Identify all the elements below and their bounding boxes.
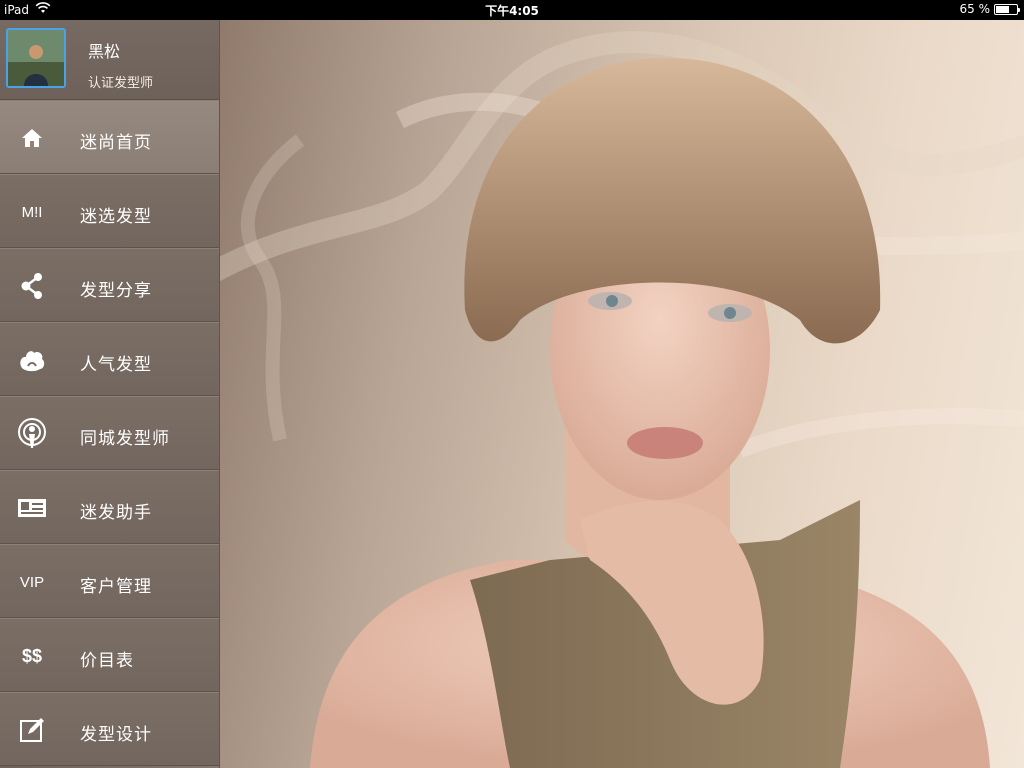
model-portrait-image [310, 57, 990, 768]
profile-header[interactable]: 黑松 认证发型师 [0, 20, 219, 100]
sidebar-item-label: 同城发型师 [80, 429, 170, 449]
sidebar-item-label: 迷选发型 [80, 207, 152, 227]
sidebar-item-share[interactable]: 发型分享 [0, 248, 219, 322]
sidebar-item-popular[interactable]: 人气发型 [0, 322, 219, 396]
sidebar-item-hairstyles[interactable]: M!I 迷选发型 [0, 174, 219, 248]
sidebar-item-local-stylists[interactable]: 同城发型师 [0, 396, 219, 470]
price-icon: $$ [14, 641, 50, 671]
sidebar-item-label: 迷发助手 [80, 503, 152, 523]
sidebar-item-label: 发型分享 [80, 281, 152, 301]
avatar[interactable] [6, 28, 66, 88]
sidebar-item-price-list[interactable]: $$ 价目表 [0, 618, 219, 692]
mi-logo-icon: M!I [14, 197, 50, 227]
sidebar-item-design[interactable]: 发型设计 [0, 692, 219, 766]
battery-percent: 65 % [959, 2, 991, 16]
profile-title: 认证发型师 [88, 76, 154, 91]
price-text: $$ [21, 645, 43, 666]
sidebar-item-customers[interactable]: VIP 客户管理 [0, 544, 219, 618]
flame-icon [14, 345, 50, 375]
sidebar-item-label: 迷尚首页 [80, 133, 152, 153]
hero-image-area [220, 20, 1024, 768]
battery-level-fill [996, 5, 1009, 13]
share-icon [14, 271, 50, 301]
id-card-icon [14, 493, 50, 523]
battery-icon [994, 3, 1020, 15]
mi-logo-text: M!I [21, 203, 43, 221]
edit-icon [14, 715, 50, 745]
home-icon [14, 123, 50, 153]
sidebar-item-label: 发型设计 [80, 725, 152, 745]
vip-icon: VIP [14, 567, 50, 597]
sidebar-item-label: 客户管理 [80, 577, 152, 597]
sidebar-item-label: 人气发型 [80, 355, 152, 375]
sidebar-item-assistant[interactable]: 迷发助手 [0, 470, 219, 544]
sidebar-item-home[interactable]: 迷尚首页 [0, 100, 219, 174]
vip-text: VIP [19, 573, 45, 591]
sidebar: 黑松 认证发型师 迷尚首页 M!I 迷选发型 发型分享 人气发型 同城发型师 迷… [0, 20, 220, 768]
sidebar-item-label: 价目表 [80, 651, 134, 671]
status-time: 下午4:05 [485, 4, 539, 18]
location-icon [14, 418, 50, 449]
profile-name: 黑松 [88, 42, 121, 61]
status-bar: iPad 下午4:05 65 % [0, 0, 1024, 20]
